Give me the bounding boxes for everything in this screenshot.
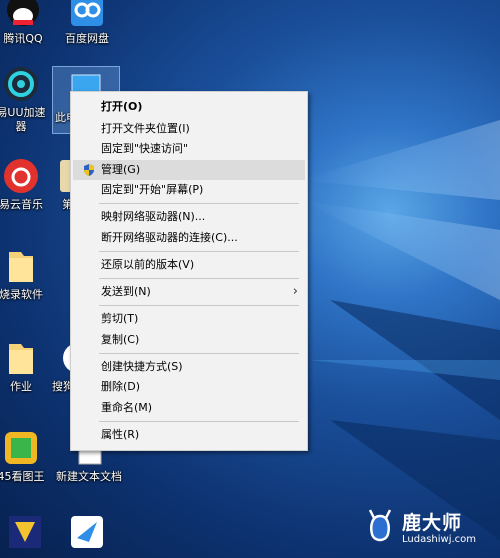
folder-icon xyxy=(1,246,41,286)
watermark: 鹿大师 Ludashiwj.com xyxy=(362,502,492,554)
desktop-icon-bottom-1[interactable] xyxy=(0,512,58,554)
desktop-icon-folder-homework[interactable]: 作业 xyxy=(0,338,54,394)
desktop-icon-label: 新建文本文档 xyxy=(56,470,122,483)
menu-item-label: 管理(G) xyxy=(101,163,141,176)
menu-separator xyxy=(99,203,299,204)
bird-app-icon xyxy=(67,512,107,552)
menu-item-send-to[interactable]: 发送到(N) › xyxy=(71,282,307,302)
menu-item-open[interactable]: 打开(O) xyxy=(71,97,307,117)
baidu-netdisk-icon xyxy=(67,0,107,30)
desktop-icon-label: 百度网盘 xyxy=(65,32,109,45)
menu-item-manage[interactable]: 管理(G) xyxy=(73,160,305,180)
menu-item-cut[interactable]: 剪切(T) xyxy=(71,309,307,329)
menu-item-label: 断开网络驱动器的连接(C)... xyxy=(101,231,238,244)
menu-item-label: 复制(C) xyxy=(101,333,140,346)
desktop-icon-label: 易云音乐 xyxy=(0,198,43,211)
menu-item-properties[interactable]: 属性(R) xyxy=(71,425,307,445)
menu-item-restore-previous-versions[interactable]: 还原以前的版本(V) xyxy=(71,255,307,275)
desktop-icon-label-line2: 器 xyxy=(15,120,27,133)
menu-item-label: 映射网络驱动器(N)... xyxy=(101,210,206,223)
kantu-icon xyxy=(1,428,41,468)
menu-item-map-network-drive[interactable]: 映射网络驱动器(N)... xyxy=(71,207,307,227)
menu-item-label: 打开(O) xyxy=(101,100,143,113)
app-icon xyxy=(5,512,45,552)
menu-item-label: 重命名(M) xyxy=(101,401,153,414)
menu-item-label: 属性(R) xyxy=(101,428,140,441)
desktop-icon-label: 45看图王 xyxy=(0,470,45,483)
menu-item-label: 删除(D) xyxy=(101,380,141,393)
menu-item-label: 创建快捷方式(S) xyxy=(101,360,183,373)
menu-item-rename[interactable]: 重命名(M) xyxy=(71,398,307,418)
folder-icon xyxy=(1,338,41,378)
desktop-icon-netease-music[interactable]: 易云音乐 xyxy=(0,156,54,212)
menu-separator xyxy=(99,278,299,279)
menu-item-label: 打开文件夹位置(I) xyxy=(101,122,190,135)
menu-item-open-folder-location[interactable]: 打开文件夹位置(I) xyxy=(71,119,307,139)
desktop-icon-folder-burn[interactable]: 烧录软件 xyxy=(0,246,54,302)
menu-separator xyxy=(99,251,299,252)
desktop-icon-label: 腾讯QQ xyxy=(3,32,43,45)
uu-accelerator-icon xyxy=(1,64,41,104)
menu-item-pin-quick-access[interactable]: 固定到"快速访问" xyxy=(71,139,307,159)
desktop-icon-label: 烧录软件 xyxy=(0,288,43,301)
menu-item-pin-start[interactable]: 固定到"开始"屏幕(P) xyxy=(71,180,307,200)
menu-item-label: 剪切(T) xyxy=(101,312,139,325)
desktop-icon-label: 作业 xyxy=(10,380,32,393)
desktop-icon-kantu[interactable]: 45看图王 xyxy=(0,428,54,484)
menu-separator xyxy=(99,353,299,354)
desktop-icon-uu-accelerator[interactable]: 易UU加速 器 xyxy=(0,64,54,134)
chevron-right-icon: › xyxy=(292,284,298,299)
uac-shield-icon xyxy=(84,164,94,176)
desktop-icon-baidu-netdisk[interactable]: 百度网盘 xyxy=(54,0,120,46)
context-menu: 打开(O) 打开文件夹位置(I) 固定到"快速访问" 管理(G) 固定到"开始"… xyxy=(70,91,308,451)
menu-separator xyxy=(99,421,299,422)
watermark-url: Ludashiwj.com xyxy=(402,534,477,545)
menu-item-disconnect-network-drive[interactable]: 断开网络驱动器的连接(C)... xyxy=(71,228,307,248)
menu-separator xyxy=(99,305,299,306)
menu-item-create-shortcut[interactable]: 创建快捷方式(S) xyxy=(71,357,307,377)
menu-item-label: 固定到"快速访问" xyxy=(101,142,189,155)
watermark-title: 鹿大师 xyxy=(402,512,463,534)
menu-item-label: 发送到(N) xyxy=(101,285,151,298)
desktop-icon-label-line1: 易UU加速 xyxy=(0,106,46,119)
menu-item-label: 固定到"开始"屏幕(P) xyxy=(101,183,204,196)
menu-item-label: 还原以前的版本(V) xyxy=(101,258,195,271)
menu-item-delete[interactable]: 删除(D) xyxy=(71,377,307,397)
desktop-icon-qq[interactable]: 腾讯QQ xyxy=(0,0,56,46)
qq-icon xyxy=(3,0,43,30)
desktop-icon-bottom-2[interactable] xyxy=(54,512,120,554)
menu-item-copy[interactable]: 复制(C) xyxy=(71,330,307,350)
netease-music-icon xyxy=(1,156,41,196)
deer-logo-icon xyxy=(368,509,392,542)
